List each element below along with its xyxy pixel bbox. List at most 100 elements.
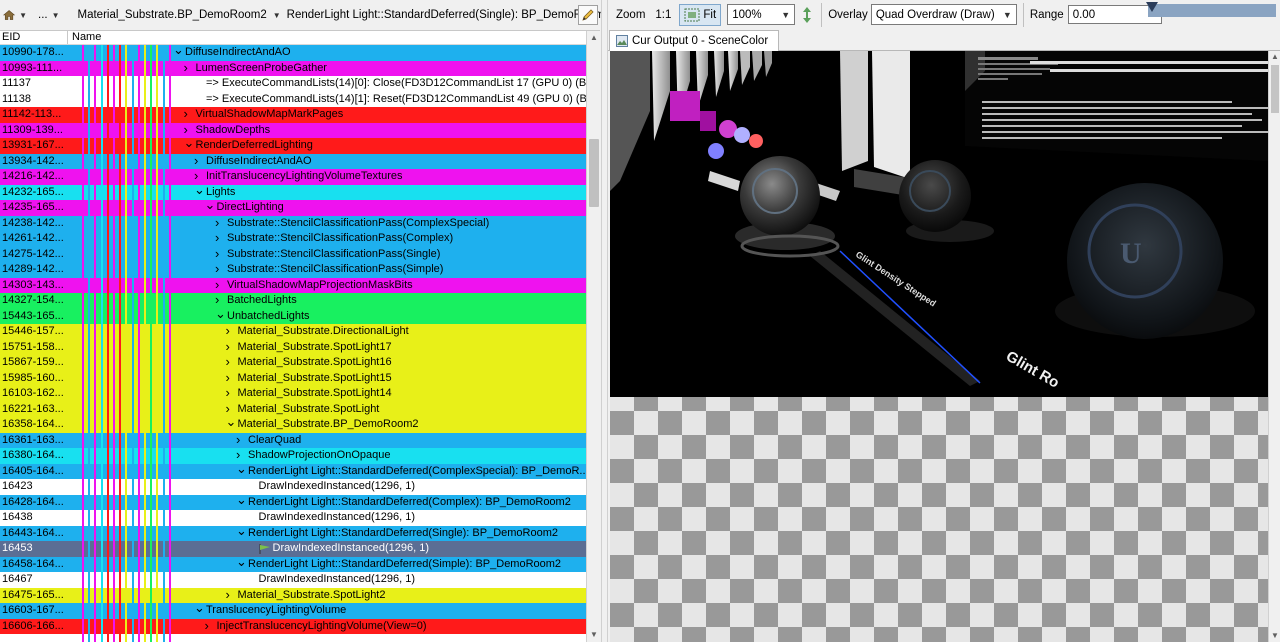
collapse-chevron-icon[interactable]: ⌄ xyxy=(173,45,184,56)
scrollbar-thumb[interactable] xyxy=(1271,65,1279,113)
tree-row[interactable]: 14289-142... › Substrate::StencilClassific… xyxy=(0,262,586,278)
range-handle-icon[interactable] xyxy=(1146,2,1158,12)
home-button[interactable]: ▼ xyxy=(2,3,32,27)
tree-row[interactable]: 14261-142... › Substrate::StencilClassific… xyxy=(0,231,586,247)
zoom-1to1-button[interactable]: 1:1 xyxy=(655,9,671,21)
expand-chevron-icon[interactable]: › xyxy=(215,231,219,245)
tree-row[interactable]: 16380-164... › ShadowProjectionOnOpaque xyxy=(0,448,586,464)
tree-row[interactable]: 11142-113... › VirtualShadowMapMarkPages xyxy=(0,107,586,123)
tree-row[interactable]: 14327-154... › BatchedLights xyxy=(0,293,586,309)
expand-chevron-icon[interactable]: › xyxy=(215,246,219,261)
scrollbar-thumb[interactable] xyxy=(589,139,599,207)
expand-chevron-icon[interactable]: › xyxy=(226,587,230,602)
tree-row[interactable]: 10990-178... ⌄ DiffuseIndirectAndAO xyxy=(0,45,586,61)
edit-breadcrumb-button[interactable] xyxy=(578,5,598,25)
tree-row[interactable]: 11137 => ExecuteCommandLists(14)[0]: Clos… xyxy=(0,76,586,92)
expand-chevron-icon[interactable]: › xyxy=(215,277,219,292)
tree-row-selected[interactable]: 16453 DrawIndexedInstanced(1296, 1) xyxy=(0,541,586,557)
expand-chevron-icon[interactable]: › xyxy=(236,448,240,462)
column-header-name[interactable]: Name xyxy=(68,31,101,44)
tree-row[interactable]: 10993-111... › LumenScreenProbeGather xyxy=(0,60,586,76)
collapse-chevron-icon[interactable]: ⌄ xyxy=(236,555,247,568)
tree-row[interactable]: 16475-165... › Material_Substrate.SpotLigh… xyxy=(0,587,586,603)
collapse-chevron-icon[interactable]: ⌄ xyxy=(194,601,205,614)
tree-row[interactable]: 11138 => ExecuteCommandLists(14)[1]: Rese… xyxy=(0,91,586,107)
tree-row[interactable]: 15446-157... › Material_Substrate.Directio… xyxy=(0,324,586,340)
tree-row[interactable]: 14275-142... › Substrate::StencilClassific… xyxy=(0,246,586,262)
tree-row[interactable]: 16443-164... ⌄ RenderLight Light::Standard… xyxy=(0,524,586,541)
tree-row[interactable]: 14232-165... ⌄ Lights xyxy=(0,183,586,200)
tree-row[interactable]: 14238-142... › Substrate::StencilClassific… xyxy=(0,215,586,231)
tree-row[interactable]: 16606-166... › InjectTranslucencyLightingV… xyxy=(0,618,586,634)
toolbar-divider xyxy=(821,2,823,27)
collapse-chevron-icon[interactable]: ⌄ xyxy=(194,183,205,196)
expand-chevron-icon[interactable]: › xyxy=(205,618,209,633)
collapse-chevron-icon[interactable]: ⌄ xyxy=(226,415,237,428)
tree-row[interactable]: 16458-164... ⌄ RenderLight Light::Standard… xyxy=(0,555,586,572)
tree-row[interactable]: 11309-139... › ShadowDepths xyxy=(0,122,586,138)
collapse-chevron-icon[interactable]: ⌄ xyxy=(236,524,247,537)
tree-row[interactable]: 15443-165... ⌄ UnbatchedLights xyxy=(0,307,586,324)
tree-row[interactable]: 16103-162... › Material_Substrate.SpotLigh… xyxy=(0,386,586,402)
expand-chevron-icon[interactable]: › xyxy=(194,169,198,183)
tree-header: EID Name xyxy=(0,31,586,45)
fit-button[interactable]: Fit xyxy=(679,3,722,26)
tree-row[interactable]: 13931-167... ⌄ RenderDeferredLighting xyxy=(0,136,586,154)
tree-row[interactable]: 16221-163... › Material_Substrate.SpotLigh… xyxy=(0,401,586,417)
tree-row[interactable]: 16438 DrawIndexedInstanced(1296, 1) xyxy=(0,510,586,526)
tree-row[interactable]: 16423 DrawIndexedInstanced(1296, 1) xyxy=(0,479,586,495)
panel-splitter[interactable] xyxy=(601,0,608,642)
expand-chevron-icon[interactable]: › xyxy=(184,107,188,121)
column-header-eid[interactable]: EID xyxy=(0,31,68,44)
expand-chevron-icon[interactable]: › xyxy=(194,153,198,168)
scroll-down-arrow-icon[interactable]: ▼ xyxy=(587,628,601,642)
expand-chevron-icon[interactable]: › xyxy=(226,355,230,369)
range-histogram-bar[interactable] xyxy=(1148,4,1276,17)
scroll-down-arrow-icon[interactable]: ▼ xyxy=(1269,630,1280,642)
expand-chevron-icon[interactable]: › xyxy=(184,60,188,75)
expand-chevron-icon[interactable]: › xyxy=(215,262,219,276)
tree-row[interactable]: 14235-165... ⌄ DirectLighting xyxy=(0,198,586,216)
tree-row[interactable]: 13934-142... › DiffuseIndirectAndAO xyxy=(0,153,586,169)
collapse-chevron-icon[interactable]: ⌄ xyxy=(205,198,216,211)
texture-viewport[interactable]: Glint Density Stepped Glint Ro U xyxy=(610,51,1268,642)
tree-row[interactable]: 16428-164... ⌄ RenderLight Light::Standard… xyxy=(0,493,586,510)
row-name: Material_Substrate.BP_DemoRoom2 xyxy=(237,418,419,430)
tree-row[interactable]: 16361-163... › ClearQuad xyxy=(0,432,586,448)
tree-row[interactable]: 15985-160... › Material_Substrate.SpotLigh… xyxy=(0,370,586,386)
expand-chevron-icon[interactable]: › xyxy=(236,432,240,447)
tab-cur-output[interactable]: Cur Output 0 - SceneColor xyxy=(609,30,780,51)
breadcrumb-item-material[interactable]: Material_Substrate.BP_DemoRoom2 ▼ xyxy=(76,3,285,27)
flip-vertical-button[interactable] xyxy=(799,5,815,25)
tree-row[interactable]: 16358-164... ⌄ Material_Substrate.BP_DemoR… xyxy=(0,415,586,433)
row-eid: 11137 xyxy=(2,77,31,89)
breadcrumb-overflow[interactable]: ... ▼ xyxy=(32,3,64,27)
expand-chevron-icon[interactable]: › xyxy=(215,293,219,307)
tree-row[interactable]: 15751-158... › Material_Substrate.SpotLigh… xyxy=(0,339,586,355)
scroll-up-arrow-icon[interactable]: ▲ xyxy=(587,31,601,45)
expand-chevron-icon[interactable]: › xyxy=(215,215,219,230)
expand-chevron-icon[interactable]: › xyxy=(226,370,230,385)
text-board xyxy=(965,51,1268,161)
expand-chevron-icon[interactable]: › xyxy=(226,386,230,400)
chevron-down-icon: ▼ xyxy=(19,10,27,20)
expand-chevron-icon[interactable]: › xyxy=(226,339,230,354)
zoom-select[interactable]: 100% ▼ xyxy=(727,4,796,25)
collapse-chevron-icon[interactable]: ⌄ xyxy=(184,136,195,149)
tree-row[interactable]: 16603-167... ⌄ TranslucencyLightingVolume xyxy=(0,601,586,619)
scroll-up-arrow-icon[interactable]: ▲ xyxy=(1269,51,1280,63)
collapse-chevron-icon[interactable]: ⌄ xyxy=(236,493,247,506)
tree-row[interactable]: 15867-159... › Material_Substrate.SpotLigh… xyxy=(0,355,586,371)
row-name: RenderLight Light::StandardDeferred(Comp… xyxy=(248,464,586,477)
expand-chevron-icon[interactable]: › xyxy=(226,324,230,338)
tree-row[interactable]: 16467 DrawIndexedInstanced(1296, 1) xyxy=(0,572,586,588)
tree-row[interactable]: 14216-142... › InitTranslucencyLightingVol… xyxy=(0,169,586,185)
tree-row[interactable]: 16405-164... ⌄ RenderLight Light::Standard… xyxy=(0,462,586,479)
tree-scrollbar[interactable]: ▲ ▼ xyxy=(586,31,600,642)
current-event-flag-icon xyxy=(259,544,270,554)
collapse-chevron-icon[interactable]: ⌄ xyxy=(215,307,226,320)
tree-row[interactable]: 14303-143... › VirtualShadowMapProjectionM… xyxy=(0,277,586,293)
collapse-chevron-icon[interactable]: ⌄ xyxy=(236,462,247,475)
viewport-scrollbar[interactable]: ▲ ▼ xyxy=(1268,51,1280,642)
overlay-select[interactable]: Quad Overdraw (Draw) ▼ xyxy=(870,4,1017,25)
